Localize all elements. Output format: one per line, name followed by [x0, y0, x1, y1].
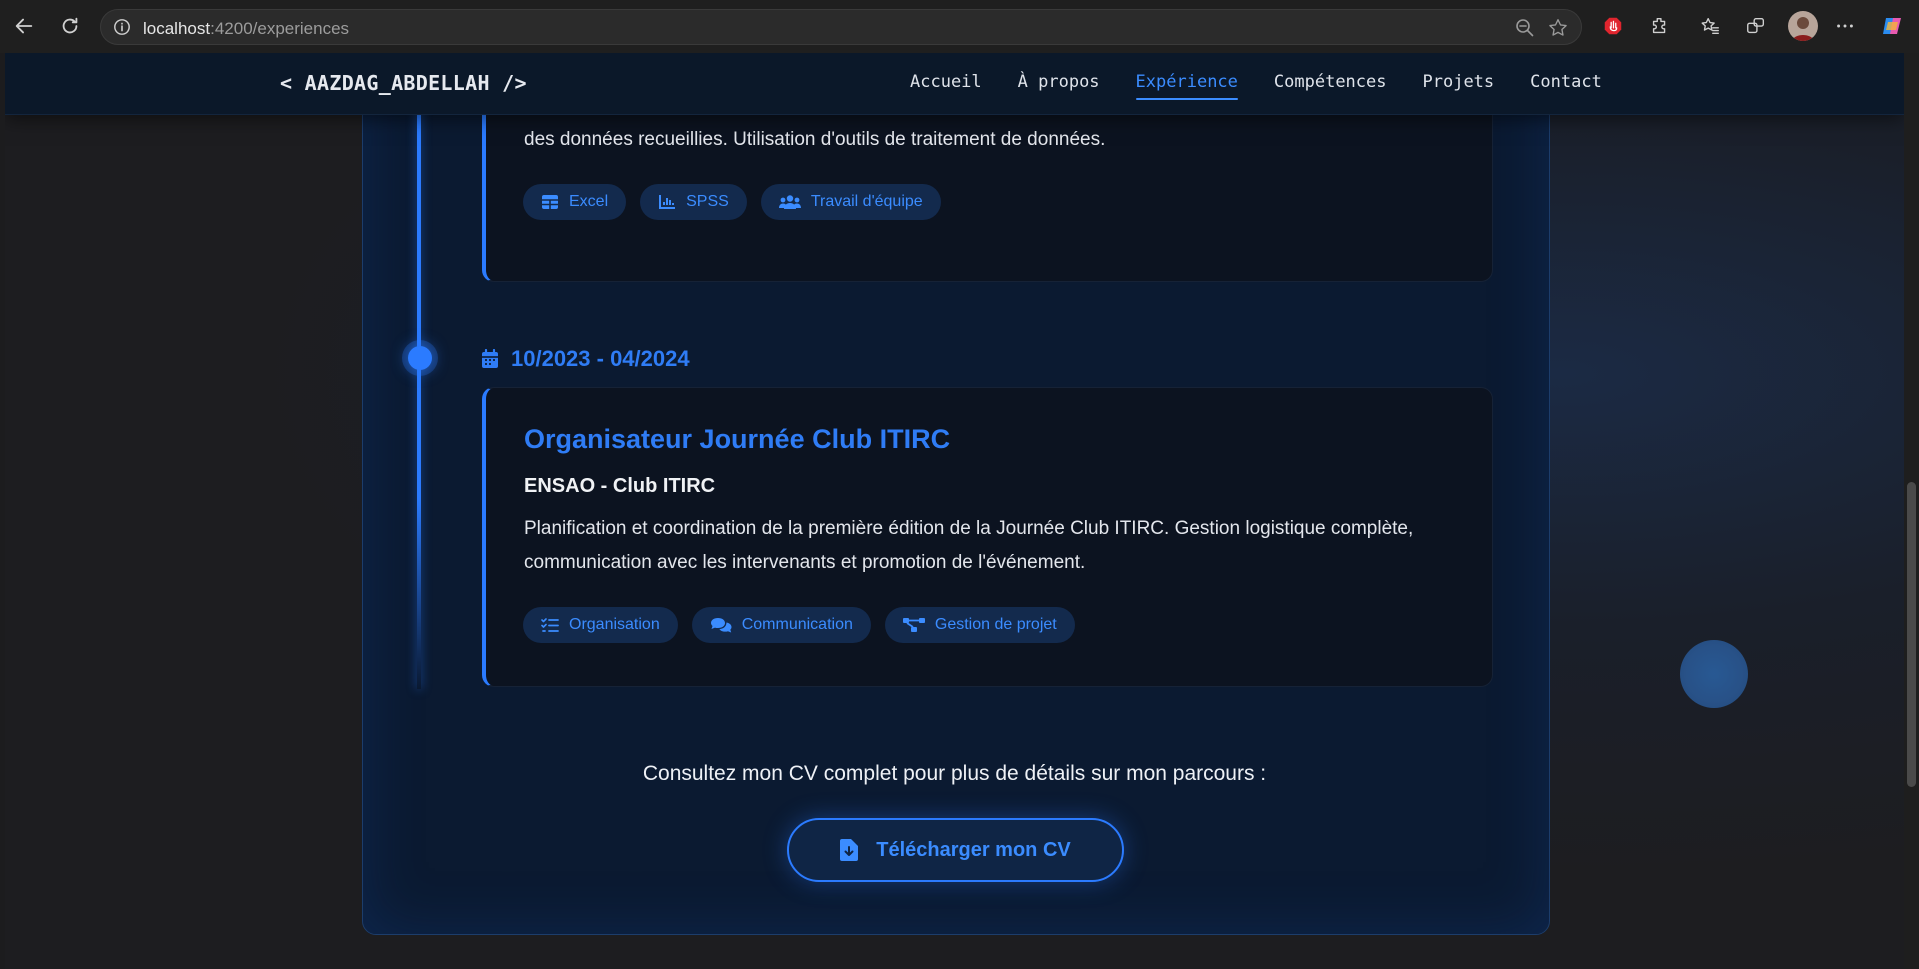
zoom-out-icon[interactable]: [1515, 18, 1535, 43]
page-scrollbar[interactable]: [1904, 53, 1919, 969]
tag: Gestion de projet: [884, 607, 1075, 643]
nav-link-accueil[interactable]: Accueil: [910, 72, 982, 100]
list-check-icon: [541, 618, 559, 632]
tag-label: Excel: [569, 193, 609, 210]
timeline-line: [417, 53, 421, 689]
tag-label: Gestion de projet: [934, 616, 1057, 633]
favorite-star-icon[interactable]: [1547, 17, 1569, 44]
extensions-icon[interactable]: [1648, 14, 1672, 38]
nav-link-a-propos[interactable]: À propos: [1018, 72, 1100, 100]
experience-card: Organisateur Journée Club ITIRC ENSAO - …: [482, 387, 1493, 687]
tag-label: Communication: [741, 616, 853, 633]
main-nav: Accueil À propos Expérience Compétences …: [910, 72, 1602, 100]
tag-label: Organisation: [569, 616, 660, 633]
chart-icon: [659, 195, 676, 209]
site-logo[interactable]: < AAZDAG_ABDELLAH />: [280, 71, 527, 95]
nav-link-contact[interactable]: Contact: [1530, 72, 1602, 100]
url-path: :4200/experiences: [210, 19, 350, 38]
file-download-icon: [840, 839, 859, 861]
experience-description: Planification et coordination de la prem…: [524, 518, 1414, 573]
timeline-dot: [408, 346, 432, 370]
experience-tags: Organisation Communication Gestion de pr…: [523, 607, 1075, 643]
calendar-icon: [482, 349, 498, 368]
adblock-icon[interactable]: [1601, 14, 1625, 38]
profile-avatar[interactable]: [1788, 11, 1818, 41]
tag: Communication: [691, 607, 871, 643]
site-header: < AAZDAG_ABDELLAH /> Accueil À propos Ex…: [5, 53, 1904, 115]
download-cv-label: Télécharger mon CV: [876, 838, 1071, 861]
url-host: localhost: [143, 19, 211, 38]
tag-label: SPSS: [686, 193, 729, 210]
favorites-icon[interactable]: [1698, 14, 1722, 38]
tag: SPSS: [640, 184, 747, 220]
users-icon: [778, 195, 801, 209]
info-icon[interactable]: [113, 18, 131, 36]
table-icon: [542, 195, 558, 209]
tag: Travail d'équipe: [760, 184, 941, 220]
cv-prompt: Consultez mon CV complet pour plus de dé…: [642, 762, 1267, 785]
url-text: localhost:4200/experiences: [143, 19, 349, 39]
download-cv-button[interactable]: Télécharger mon CV: [787, 818, 1124, 882]
back-icon[interactable]: [10, 12, 38, 40]
more-menu-icon[interactable]: [1833, 14, 1857, 38]
address-bar[interactable]: localhost:4200/experiences: [100, 9, 1582, 45]
collections-icon[interactable]: [1744, 14, 1768, 38]
date-text: 10/2023 - 04/2024: [511, 346, 690, 371]
browser-toolbar: localhost:4200/experiences: [0, 0, 1919, 53]
experience-date: 10/2023 - 04/2024: [481, 346, 690, 372]
scrollbar-thumb[interactable]: [1907, 482, 1916, 787]
experience-tags: Excel SPSS Travail d'équipe: [523, 184, 941, 220]
tag-label: Travail d'équipe: [810, 193, 923, 210]
tag: Excel: [523, 184, 627, 220]
nav-link-experience[interactable]: Expérience: [1135, 72, 1239, 100]
project-diagram-icon: [902, 618, 925, 632]
nav-link-projets[interactable]: Projets: [1423, 72, 1495, 100]
tag: Organisation: [523, 607, 678, 643]
floating-action-button[interactable]: [1680, 640, 1748, 708]
reload-icon[interactable]: [56, 12, 84, 40]
experience-title: Organisateur Journée Club ITIRC: [524, 424, 951, 454]
copilot-icon[interactable]: [1880, 14, 1904, 38]
page-viewport: Collecte et analyse de données statistiq…: [5, 53, 1904, 969]
nav-link-competences[interactable]: Compétences: [1274, 72, 1387, 100]
comments-icon: [710, 617, 732, 632]
experience-organization: ENSAO - Club ITIRC: [524, 475, 716, 497]
